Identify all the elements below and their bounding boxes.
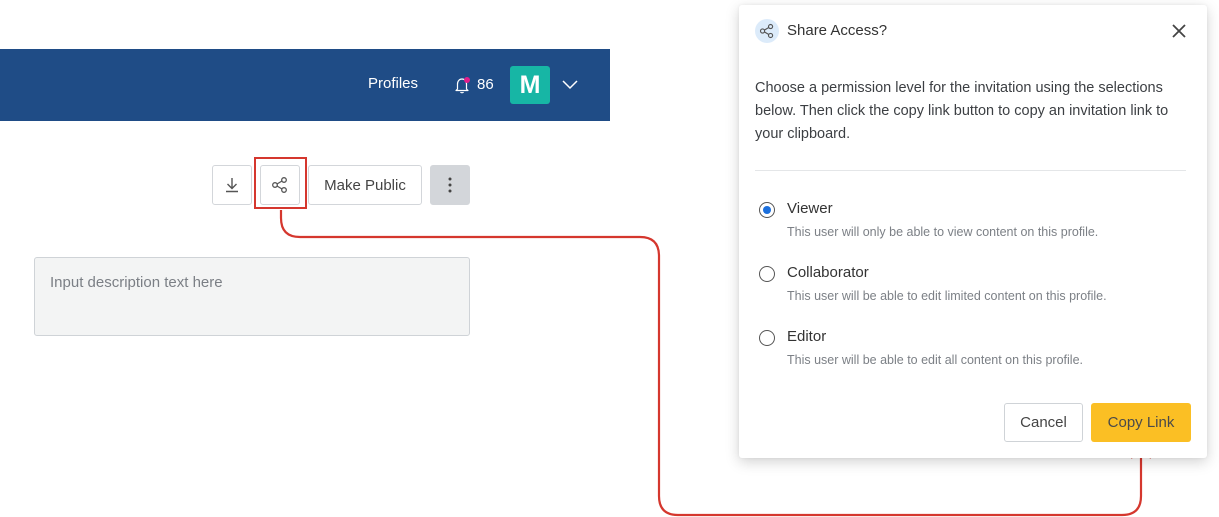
option-help: This user will be able to edit all conte… (787, 353, 1083, 367)
share-access-modal: Share Access? Choose a permission level … (739, 5, 1207, 458)
cancel-label: Cancel (1020, 414, 1067, 431)
modal-description: Choose a permission level for the invita… (755, 80, 1169, 142)
radio-viewer[interactable] (759, 202, 775, 218)
share-icon (759, 23, 774, 39)
modal-title: Share Access? (787, 22, 888, 39)
download-button[interactable] (212, 165, 252, 205)
share-button-highlight (254, 157, 307, 209)
radio-editor[interactable] (759, 330, 775, 346)
copy-link-label: Copy Link (1107, 414, 1175, 431)
avatar-initial: M (519, 70, 541, 99)
description-input[interactable] (34, 257, 470, 336)
option-label: Viewer (787, 200, 833, 217)
make-public-button[interactable]: Make Public (308, 165, 422, 205)
more-options-button[interactable] (430, 165, 470, 205)
cancel-button[interactable]: Cancel (1004, 403, 1083, 442)
option-help: This user will be able to edit limited c… (787, 289, 1107, 303)
nav-profiles-link[interactable]: Profiles (368, 75, 418, 92)
copy-link-button[interactable]: Copy Link (1091, 403, 1191, 442)
chevron-down-icon[interactable] (560, 77, 580, 91)
make-public-label: Make Public (324, 176, 406, 194)
modal-share-icon-badge (755, 19, 779, 43)
top-header-bar: Profiles 86 M (0, 49, 610, 121)
radio-collaborator[interactable] (759, 266, 775, 282)
close-icon[interactable] (1169, 21, 1189, 41)
more-vertical-icon (448, 177, 452, 193)
notification-dot (464, 77, 470, 83)
option-help: This user will only be able to view cont… (787, 225, 1099, 239)
notification-count[interactable]: 86 (477, 76, 494, 93)
download-icon (226, 178, 238, 193)
avatar[interactable]: M (510, 66, 550, 104)
option-label: Collaborator (787, 264, 869, 281)
modal-divider (755, 170, 1186, 171)
option-label: Editor (787, 328, 827, 345)
